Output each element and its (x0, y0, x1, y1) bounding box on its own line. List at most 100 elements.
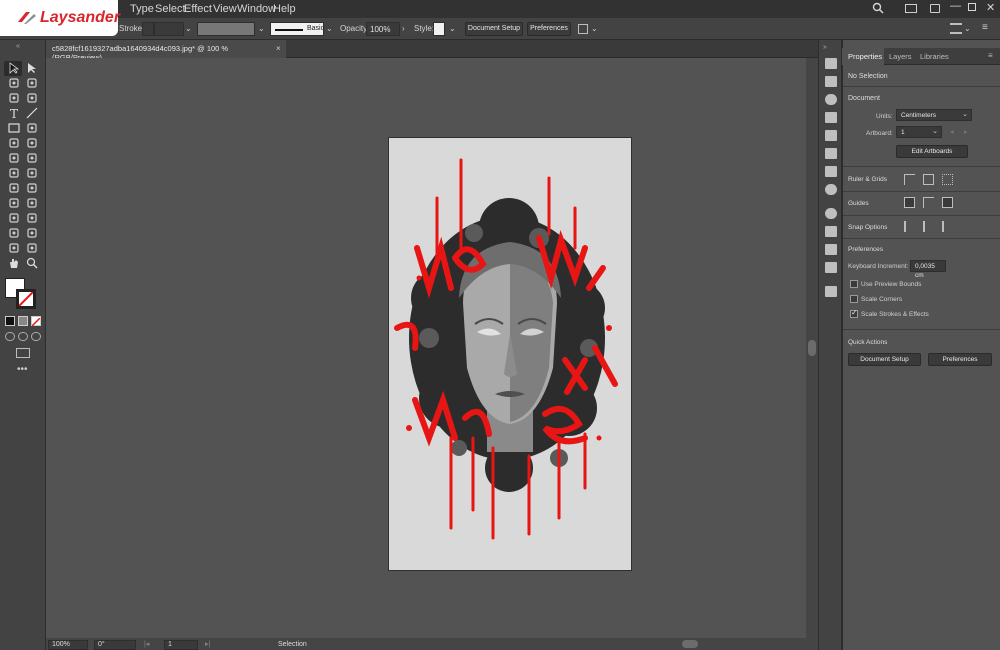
hand-tool-icon[interactable] (7, 257, 21, 269)
color-mode-icon[interactable] (5, 316, 15, 326)
eraser-tool-icon[interactable] (25, 137, 39, 149)
artboard-navigator[interactable]: 1 (164, 640, 198, 650)
properties-panel-icon[interactable] (825, 58, 837, 69)
rulers-icon[interactable] (904, 174, 915, 185)
snap-to-grid-icon[interactable] (923, 221, 934, 232)
tab-properties[interactable]: Properties (848, 52, 882, 61)
brushes-panel-icon[interactable] (825, 130, 837, 141)
close-tab-icon[interactable]: × (276, 44, 281, 53)
document-tab[interactable]: c5828fcf1619327adba1640934d4c093.jpg* @ … (46, 40, 286, 62)
curvature-tool-icon[interactable] (25, 92, 39, 104)
previous-artboard-icon[interactable]: ◂ (950, 128, 954, 136)
opacity-field[interactable]: 100% (366, 22, 400, 36)
units-select[interactable]: Centimeters ⌄ (896, 109, 972, 121)
arrange-documents-icon[interactable] (905, 4, 917, 13)
zoom-tool-icon[interactable] (25, 257, 39, 269)
menu-select[interactable]: Select (155, 3, 186, 15)
chevron-down-icon[interactable]: ⌄ (591, 24, 598, 33)
artboard[interactable] (388, 137, 632, 571)
restore-icon[interactable] (968, 3, 976, 11)
rotation-field[interactable]: 0° (94, 640, 136, 650)
transparency-grid-icon[interactable] (942, 174, 953, 185)
gradient-mode-icon[interactable] (18, 316, 28, 326)
artboard-select[interactable]: 1 ⌄ (896, 126, 942, 138)
color-guide-icon[interactable] (825, 112, 837, 123)
chevron-down-icon[interactable]: ⌄ (326, 24, 333, 33)
shape-builder-tool-icon[interactable] (7, 182, 21, 194)
arrange-icon[interactable] (578, 24, 588, 34)
free-transform-tool-icon[interactable] (25, 167, 39, 179)
draw-behind-icon[interactable] (18, 332, 28, 341)
stroke-weight-field[interactable] (154, 22, 184, 36)
transform-panel-icon[interactable] (825, 226, 837, 237)
lock-guides-icon[interactable] (923, 197, 934, 208)
gradient-tool-icon[interactable] (25, 197, 39, 209)
artboard-tool-icon[interactable] (7, 242, 21, 254)
vertical-scroll-thumb[interactable] (808, 340, 816, 356)
graphic-style-swatch[interactable] (433, 22, 445, 36)
document-setup-button[interactable]: Document Setup (465, 22, 523, 36)
draw-normal-icon[interactable] (5, 332, 15, 341)
direct-selection-tool-icon[interactable] (25, 62, 39, 74)
next-artboard-icon[interactable]: ▸ (964, 128, 968, 136)
pen-tool-icon[interactable] (7, 92, 21, 104)
zoom-field[interactable]: 100% (48, 640, 88, 650)
shaper-tool-icon[interactable] (7, 137, 21, 149)
scale-corners-checkbox[interactable] (850, 295, 858, 303)
chevron-down-icon[interactable]: ⌄ (258, 24, 265, 33)
first-artboard-icon[interactable]: |◂ (144, 640, 149, 648)
align-icon[interactable] (950, 23, 962, 34)
chevron-right-icon[interactable]: › (402, 24, 405, 33)
libraries-panel-icon[interactable] (825, 76, 837, 87)
tab-libraries[interactable]: Libraries (920, 52, 949, 61)
slice-tool-icon[interactable] (25, 242, 39, 254)
menu-view[interactable]: View (213, 3, 237, 15)
panel-options-icon[interactable]: ≡ (988, 51, 993, 60)
rotate-tool-icon[interactable] (7, 152, 21, 164)
edit-toolbar-icon[interactable]: ••• (17, 364, 28, 375)
magic-wand-tool-icon[interactable] (7, 77, 21, 89)
keyboard-increment-field[interactable]: 0,0035 cm (910, 260, 946, 279)
transparency-panel-icon[interactable] (825, 208, 837, 219)
menu-type[interactable]: Type (130, 3, 154, 15)
warp-tool-icon[interactable] (7, 167, 21, 179)
minimize-icon[interactable]: — (950, 0, 961, 12)
tab-layers[interactable]: Layers (889, 52, 912, 61)
lasso-tool-icon[interactable] (25, 77, 39, 89)
chevron-down-icon[interactable]: ⌄ (449, 24, 456, 33)
none-mode-icon[interactable] (31, 316, 41, 327)
line-segment-tool-icon[interactable] (25, 107, 39, 119)
edit-artboards-button[interactable]: Edit Artboards (896, 145, 968, 158)
eyedropper-tool-icon[interactable] (7, 212, 21, 224)
rectangle-tool-icon[interactable] (7, 122, 21, 134)
panel-menu-icon[interactable]: ≡ (982, 22, 988, 33)
menu-effect[interactable]: Effect (184, 3, 212, 15)
scale-strokes-effects-checkbox[interactable] (850, 308, 858, 318)
search-icon[interactable] (872, 2, 884, 14)
export-panel-icon[interactable] (825, 244, 837, 255)
color-panel-icon[interactable] (825, 94, 837, 105)
chevron-down-icon[interactable]: ⌄ (964, 24, 971, 33)
perspective-grid-tool-icon[interactable] (25, 182, 39, 194)
close-window-icon[interactable]: ✕ (986, 1, 995, 14)
grid-icon[interactable] (923, 174, 934, 185)
snap-to-pixel-icon[interactable] (942, 221, 953, 232)
variable-width-profile[interactable] (197, 22, 255, 36)
brush-definition-field[interactable]: Basic (270, 22, 324, 36)
quick-preferences-button[interactable]: Preferences (928, 353, 992, 366)
column-graph-tool-icon[interactable] (25, 227, 39, 239)
menu-window[interactable]: Window (237, 3, 276, 15)
symbols-panel-icon[interactable] (825, 148, 837, 159)
paintbrush-tool-icon[interactable] (25, 122, 39, 134)
stroke-swatch[interactable] (16, 289, 36, 309)
show-guides-icon[interactable] (904, 197, 915, 208)
draw-inside-icon[interactable] (31, 332, 41, 341)
screen-mode-icon[interactable] (16, 348, 30, 358)
mesh-tool-icon[interactable] (7, 197, 21, 209)
menu-help[interactable]: Help (273, 3, 296, 15)
horizontal-scroll-thumb[interactable] (682, 640, 698, 648)
use-preview-bounds-checkbox[interactable] (850, 280, 858, 288)
quick-document-setup-button[interactable]: Document Setup (848, 353, 921, 366)
comments-panel-icon[interactable] (825, 286, 837, 297)
scale-tool-icon[interactable] (25, 152, 39, 164)
